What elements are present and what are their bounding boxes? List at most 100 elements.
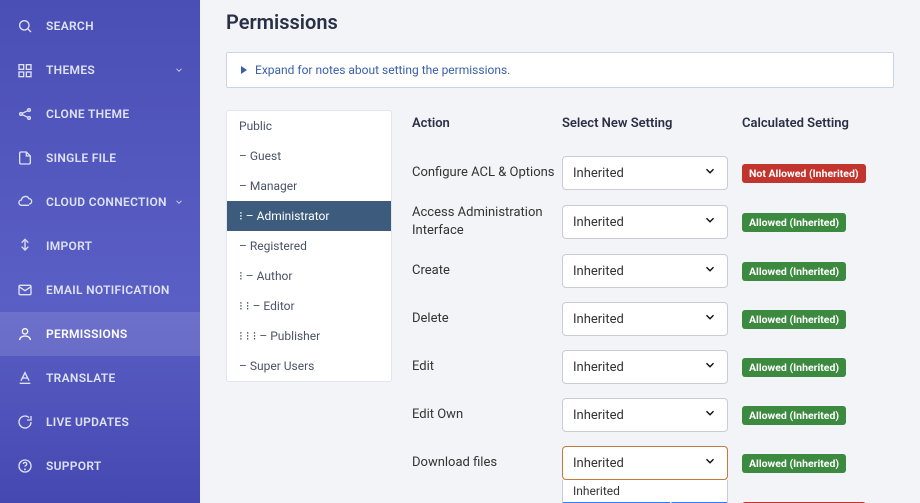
sidebar-item-label: SUPPORT [46,459,102,473]
page-title: Permissions [226,10,894,34]
expand-notice[interactable]: Expand for notes about setting the permi… [226,52,894,88]
sidebar-item-label: PERMISSIONS [46,327,128,341]
sidebar-item-themes[interactable]: THEMES [0,48,200,92]
help-icon [16,457,34,475]
chevron-down-icon [174,65,184,75]
chevron-down-icon [703,406,717,424]
triangle-icon [241,66,247,74]
select-value: Inherited [573,360,624,375]
setting-select[interactable]: Inherited [562,156,728,190]
group-item[interactable]: ⁝ – Author [227,261,391,291]
chevron-down-icon [703,310,717,328]
import-icon [16,237,34,255]
chevron-down-icon [703,213,717,231]
permission-row: Edit Inherited Allowed (Inherited) [412,343,894,391]
notice-text: Expand for notes about setting the permi… [255,63,510,77]
setting-select[interactable]: Inherited [562,398,728,432]
permission-row: Delete Inherited Allowed (Inherited) [412,295,894,343]
sidebar-item-clone-theme[interactable]: CLONE THEME [0,92,200,136]
select-value: Inherited [573,215,624,230]
select-value: Inherited [573,264,624,279]
select-option[interactable]: Inherited [563,480,727,502]
sidebar-item-single-file[interactable]: SINGLE FILE [0,136,200,180]
sidebar: SEARCH THEMES CLONE THEME SINGLE FILE CL… [0,0,200,503]
calculated-cell: Allowed (Inherited) [742,213,846,232]
col-calc: Calculated Setting [742,116,894,131]
setting-select[interactable]: Inherited [562,302,728,336]
sidebar-item-label: CLOUD CONNECTION [46,195,167,209]
chevron-down-icon [703,164,717,182]
group-item[interactable]: – Guest [227,141,391,171]
col-select: Select New Setting [562,116,742,131]
sidebar-item-import[interactable]: IMPORT [0,224,200,268]
main-content: Permissions Expand for notes about setti… [200,0,920,503]
action-label: Edit [412,358,562,376]
action-label: Edit Own [412,406,562,424]
search-icon [16,17,34,35]
permission-row: Configure ACL & OptionsInheritedNot Allo… [412,149,894,197]
select-dropdown: InheritedAllowedDenied [562,480,728,503]
calculated-cell: Allowed (Inherited) [742,454,846,473]
sidebar-item-label: LIVE UPDATES [46,415,129,429]
status-badge: Allowed (Inherited) [742,310,846,329]
status-badge: Allowed (Inherited) [742,213,846,232]
calculated-cell: Not Allowed (Inherited) [742,164,866,183]
refresh-icon [16,413,34,431]
sidebar-item-label: THEMES [46,63,95,77]
group-item[interactable]: ⁝ – Administrator [227,201,391,231]
select-value: Inherited [573,408,624,423]
calculated-cell: Allowed (Inherited) [742,358,846,377]
permission-row: Access Administration Interface Inherited… [412,197,894,247]
sidebar-item-label: SINGLE FILE [46,151,116,165]
permissions-table: Action Select New Setting Calculated Set… [412,110,894,503]
status-badge: Allowed (Inherited) [742,262,846,281]
chevron-down-icon [703,358,717,376]
status-badge: Not Allowed (Inherited) [742,164,866,183]
action-label: Access Administration Interface [412,204,562,240]
permission-row: Create Inherited Allowed (Inherited) [412,247,894,295]
group-item[interactable]: ⁝ ⁝ – Editor [227,291,391,321]
sidebar-item-label: TRANSLATE [46,371,116,385]
group-item[interactable]: – Registered [227,231,391,261]
col-action: Action [412,116,562,131]
setting-select[interactable]: Inherited [562,350,728,384]
setting-select[interactable]: Inherited [562,446,728,480]
mail-icon [16,281,34,299]
group-item[interactable]: – Super Users [227,351,391,381]
calculated-cell: Allowed (Inherited) [742,406,846,425]
status-badge: Allowed (Inherited) [742,406,846,425]
setting-select[interactable]: Inherited [562,205,728,239]
chevron-down-icon [703,262,717,280]
select-value: Inherited [573,456,624,471]
sidebar-item-support[interactable]: SUPPORT [0,444,200,488]
sidebar-item-cloud-connection[interactable]: CLOUD CONNECTION [0,180,200,224]
sidebar-item-label: IMPORT [46,239,92,253]
group-item[interactable]: ⁝ ⁝ ⁝ – Publisher [227,321,391,351]
file-icon [16,149,34,167]
sidebar-item-permissions[interactable]: PERMISSIONS [0,312,200,356]
sidebar-item-label: EMAIL NOTIFICATION [46,283,170,297]
select-value: Inherited [573,312,624,327]
action-label: Create [412,262,562,280]
chevron-down-icon [174,197,184,207]
group-item[interactable]: Public [227,111,391,141]
calculated-cell: Allowed (Inherited) [742,262,846,281]
action-label: Delete [412,310,562,328]
chevron-down-icon [703,454,717,472]
table-header: Action Select New Setting Calculated Set… [412,110,894,149]
sidebar-item-label: SEARCH [46,19,94,33]
group-item[interactable]: – Manager [227,171,391,201]
cloud-icon [16,193,34,211]
sidebar-item-label: CLONE THEME [46,107,129,121]
permission-row: Download filesInheritedInheritedAllowedD… [412,439,894,487]
calculated-cell: Allowed (Inherited) [742,310,846,329]
translate-icon [16,369,34,387]
sidebar-item-email-notification[interactable]: EMAIL NOTIFICATION [0,268,200,312]
sidebar-item-live-updates[interactable]: LIVE UPDATES [0,400,200,444]
setting-select[interactable]: Inherited [562,254,728,288]
select-value: Inherited [573,166,624,181]
sidebar-item-search[interactable]: SEARCH [0,4,200,48]
permission-row: Edit Own Inherited Allowed (Inherited) [412,391,894,439]
themes-icon [16,61,34,79]
sidebar-item-translate[interactable]: TRANSLATE [0,356,200,400]
